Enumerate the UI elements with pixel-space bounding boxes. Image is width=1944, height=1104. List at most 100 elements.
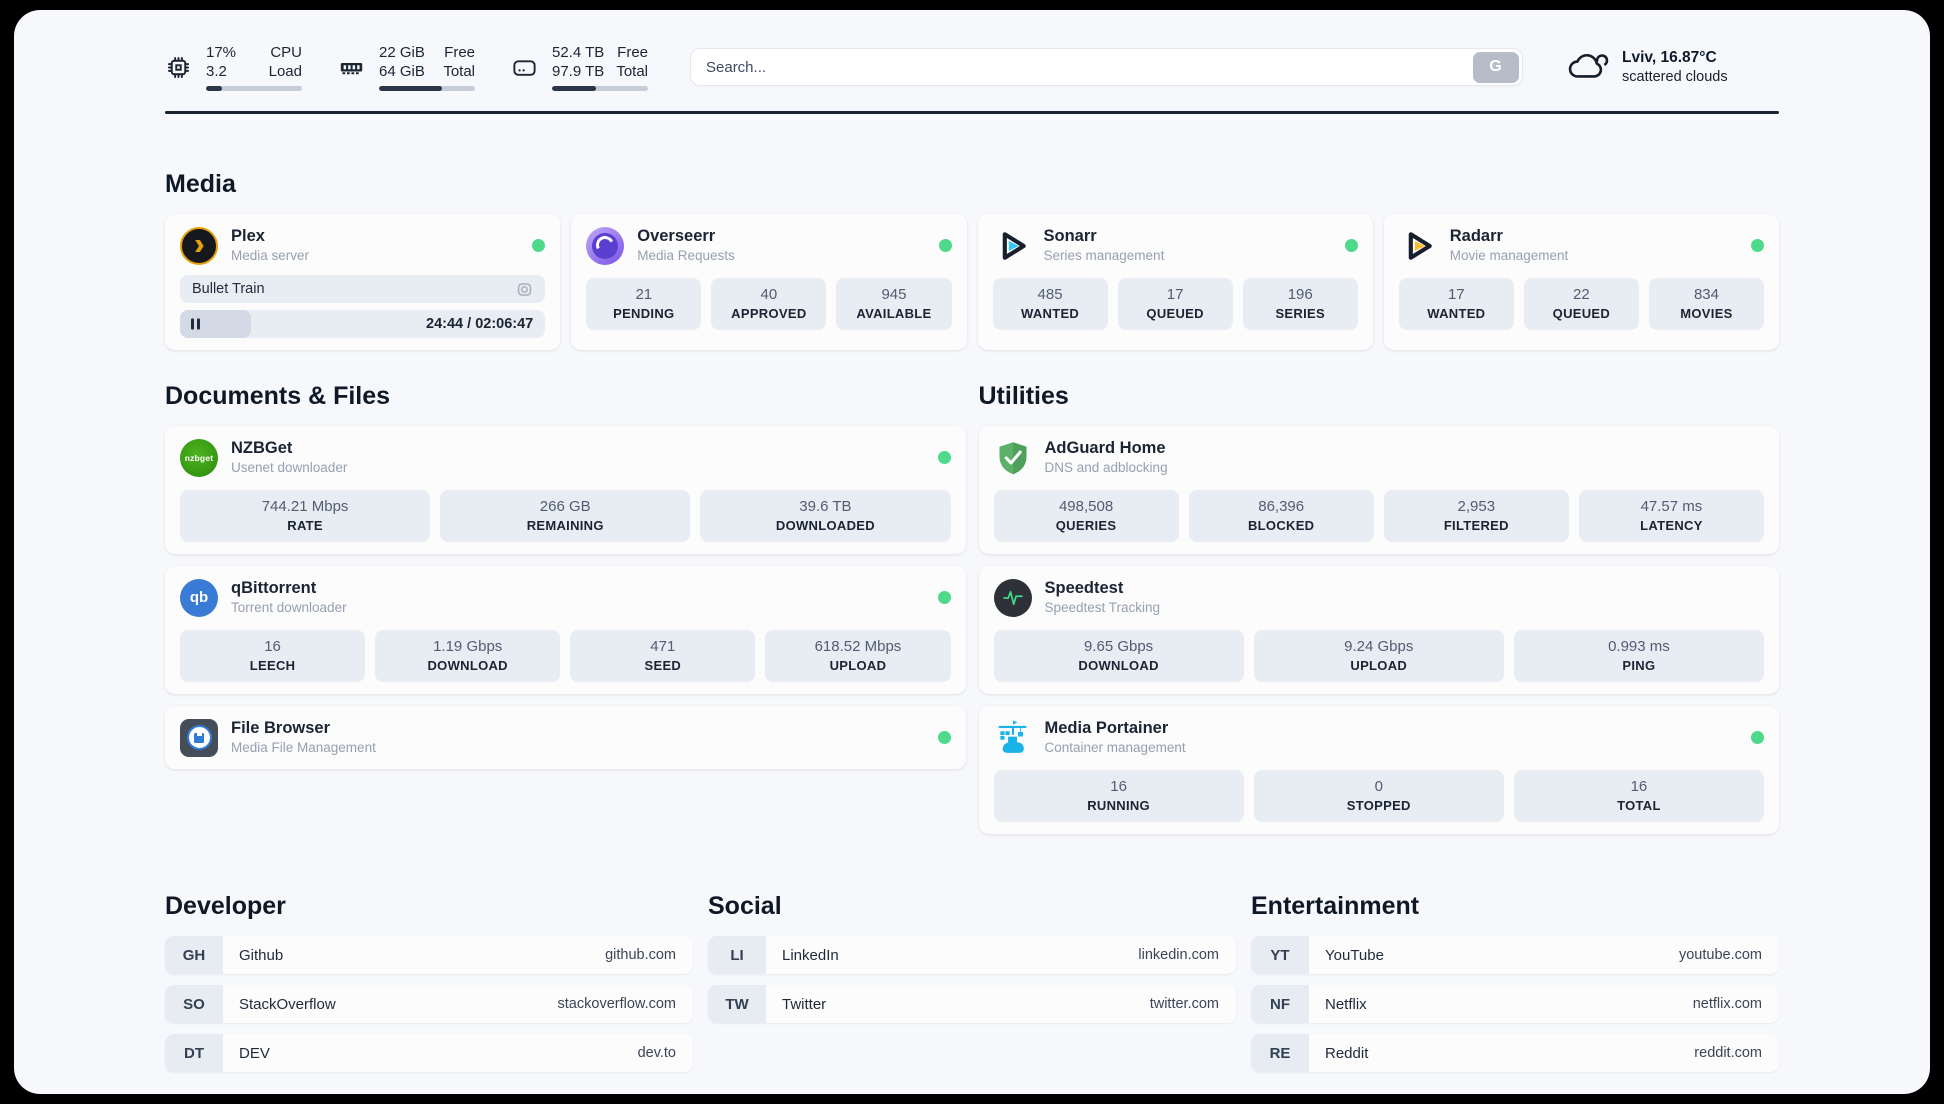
section-utilities: Utilities AdGuard Home DNS and adblockin… [978,382,1779,834]
stat-value: 9.65 Gbps [1083,638,1154,655]
bookmark-url: youtube.com [1678,947,1762,963]
weather-location-temp: Lviv, 16.87°C [1622,48,1717,66]
weather-widget: Lviv, 16.87°C scattered clouds [1567,48,1779,87]
stat-box: 266 GB REMAINING [440,490,691,542]
stat-label: FILTERED [1443,518,1509,533]
qbittorrent-icon: qb [180,578,218,617]
bookmark-abbr: DT [165,1034,223,1072]
app-name: qBittorrent [231,579,317,597]
app-card-overseerr[interactable]: Overseerr Media Requests 21 PENDING 40 A… [571,214,967,350]
sonarr-icon [993,227,1031,265]
bookmark-name: YouTube [1325,946,1384,964]
stat-label: UPLOAD [1350,658,1408,673]
disk-icon [511,54,538,81]
stat-box: 16 RUNNING [993,770,1244,822]
storage-stat: 52.4 TB Free 97.9 TB Total [511,43,648,92]
filebrowser-icon [180,718,218,757]
bookmark-name: Twitter [782,995,827,1013]
stat-label: MOVIES [1680,306,1733,321]
app-card-nzbget[interactable]: nzbget NZBGet Usenet downloader 744.21 M… [165,426,966,554]
app-card-speedtest[interactable]: Speedtest Speedtest Tracking 9.65 Gbps D… [978,566,1779,694]
app-name: Media Portainer [1044,719,1169,737]
pause-button[interactable] [191,318,201,330]
stat-box: 39.6 TB DOWNLOADED [700,490,951,542]
bookmark-youtube[interactable]: YT YouTube youtube.com [1251,936,1779,974]
adguard-icon [994,439,1032,477]
stat-label: PENDING [613,306,675,321]
stat-box: 471 SEED [570,630,756,682]
bookmark-reddit[interactable]: RE Reddit reddit.com [1251,1034,1779,1072]
section-developer: Developer GH Github github.com SO StackO… [165,892,693,1072]
section-title-utilities: Utilities [978,382,1069,410]
stat-value: 471 [650,638,676,655]
stat-box: 17 QUEUED [1117,278,1233,330]
app-description: Movie management [1449,248,1569,263]
bookmark-abbr: TW [708,985,766,1023]
bookmark-name: DEV [239,1044,270,1062]
cpu-load-label: Load [268,62,302,80]
stat-value: 86,396 [1258,498,1305,515]
memory-free-label: Free [444,43,475,61]
section-title-documents: Documents & Files [165,382,391,410]
stat-label: LEECH [249,658,296,673]
bookmark-name: LinkedIn [782,946,839,964]
app-card-portainer[interactable]: Media Portainer Container management 16 … [978,706,1779,834]
stat-box: 498,508 QUERIES [993,490,1179,542]
stat-box: 17 WANTED [1398,278,1514,330]
stat-box: 744.21 Mbps RATE [180,490,431,542]
cpu-progress-bar [206,85,302,92]
stat-value: 9.24 Gbps [1344,638,1414,655]
bookmark-stackoverflow[interactable]: SO StackOverflow stackoverflow.com [165,985,693,1023]
portainer-icon [994,719,1032,757]
bookmark-github[interactable]: GH Github github.com [165,936,693,974]
bookmark-linkedin[interactable]: LI LinkedIn linkedin.com [708,936,1236,974]
app-name: Sonarr [1043,227,1097,245]
app-card-plex[interactable]: Plex Media server Bullet Train 24:44 / 0… [165,214,561,350]
app-description: Media server [231,248,310,263]
app-card-sonarr[interactable]: Sonarr Series management 485 WANTED 17 Q… [977,214,1373,350]
storage-free-value: 52.4 TB [552,43,605,61]
cpu-usage-value: 17% [206,43,237,61]
search-input[interactable] [706,58,1473,76]
stat-label: SERIES [1275,306,1325,321]
bookmark-abbr: NF [1251,985,1309,1023]
app-card-adguard[interactable]: AdGuard Home DNS and adblocking 498,508 … [978,426,1779,554]
stat-label: APPROVED [731,306,807,321]
bookmark-url: netflix.com [1692,996,1762,1012]
bookmark-url: linkedin.com [1138,947,1219,963]
stat-box: 618.52 Mbps UPLOAD [765,630,951,682]
bookmark-url: twitter.com [1149,996,1219,1012]
stat-value: 834 [1693,286,1719,303]
nzbget-icon: nzbget [180,438,218,477]
storage-total-label: Total [616,62,648,80]
search-engine-button[interactable]: G [1472,51,1519,83]
section-title-media: Media [165,170,236,198]
app-description: Series management [1043,248,1165,263]
app-card-filebrowser[interactable]: File Browser Media File Management [165,706,966,769]
status-dot [938,239,952,252]
app-description: Media Requests [637,248,735,263]
app-card-radarr[interactable]: Radarr Movie management 17 WANTED 22 QUE… [1383,214,1779,350]
bookmark-url: dev.to [637,1045,676,1061]
app-name: Speedtest [1044,579,1124,597]
stat-value: 0 [1374,778,1383,795]
dashboard-page: 17% CPU 3.2 Load 22 GiB Free 64 GiB Tota… [14,10,1930,1094]
stat-box: 485 WANTED [992,278,1108,330]
app-card-qbittorrent[interactable]: qb qBittorrent Torrent downloader 16 LEE… [165,566,966,694]
cpu-stat: 17% CPU 3.2 Load [165,43,302,92]
bookmark-dev[interactable]: DT DEV dev.to [165,1034,693,1072]
bookmark-netflix[interactable]: NF Netflix netflix.com [1251,985,1779,1023]
stat-box: 40 APPROVED [711,278,827,330]
playback-progress: 24:44 / 02:06:47 [180,310,546,338]
stat-label: QUERIES [1055,518,1117,533]
section-entertainment: Entertainment YT YouTube youtube.com NF … [1251,892,1779,1072]
cpu-icon [165,54,192,81]
stat-value: 744.21 Mbps [261,498,349,515]
status-dot [532,239,546,252]
stat-label: REMAINING [526,518,604,533]
bookmark-twitter[interactable]: TW Twitter twitter.com [708,985,1236,1023]
stat-label: QUEUED [1552,306,1611,321]
stat-value: 485 [1037,286,1063,303]
video-icon [516,281,533,298]
stat-value: 40 [760,286,778,303]
